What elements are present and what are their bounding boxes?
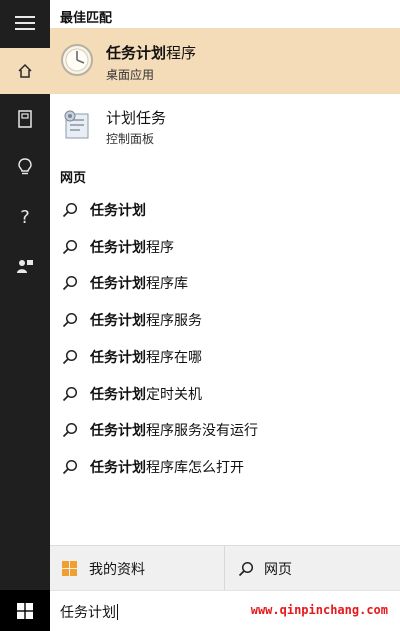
search-icon [62, 276, 78, 291]
help-button[interactable]: ? [0, 194, 50, 240]
web-result-text: 任务计划定时关机 [90, 384, 202, 404]
start-button[interactable] [0, 590, 50, 631]
web-result-item[interactable]: 任务计划程序 [50, 229, 400, 265]
web-result-item[interactable]: 任务计划程序服务 [50, 302, 400, 338]
web-result-rest: 程序服务没有运行 [146, 423, 258, 440]
web-result-bold: 任务计划 [90, 276, 146, 293]
web-result-rest: 程序在哪 [146, 349, 202, 366]
feedback-button[interactable] [0, 243, 50, 289]
web-tab-label: 网页 [264, 561, 292, 578]
notebook-button[interactable] [0, 96, 50, 142]
search-icon [62, 459, 78, 474]
web-result-bold: 任务计划 [90, 313, 146, 330]
search-input-value: 任务计划 [60, 605, 116, 621]
web-result-rest: 程序库怎么打开 [146, 459, 244, 476]
web-result-text: 任务计划程序服务 [90, 310, 202, 330]
best-match-subtitle: 桌面应用 [106, 68, 155, 82]
web-tab[interactable]: 网页 [238, 546, 292, 591]
search-icon [62, 202, 78, 218]
web-result-bold: 任务计划 [90, 349, 146, 366]
web-result-item[interactable]: 任务计划程序在哪 [50, 339, 400, 375]
reminders-button[interactable] [0, 144, 50, 190]
best-match-result[interactable]: 任务计划程序 桌面应用 [50, 28, 400, 94]
web-result-text: 任务计划程序在哪 [90, 347, 202, 367]
left-rail: ? [0, 0, 50, 631]
search-icon [238, 561, 254, 576]
hamburger-menu-button[interactable] [0, 0, 50, 46]
task-scheduler-icon [64, 110, 89, 139]
clock-icon [61, 44, 93, 76]
web-result-item[interactable]: 任务计划程序库 [50, 265, 400, 301]
web-result-bold: 任务计划 [90, 203, 146, 219]
watermark: www.qinpinchang.com [250, 603, 388, 617]
results-panel: 最佳匹配 任务计划程序 桌面应用 计划任务 控制面板 网页 任务计划 任务计划程… [50, 0, 400, 590]
web-result-text: 任务计划程序 [90, 237, 174, 257]
search-icon [62, 423, 78, 438]
search-icon [62, 239, 78, 254]
filter-tabs: 我的资料 网页 [50, 545, 400, 591]
web-result-text: 任务计划程序库怎么打开 [90, 457, 244, 477]
web-result-text: 任务计划程序服务没有运行 [90, 420, 258, 440]
web-result-item[interactable]: 任务计划程序库怎么打开 [50, 449, 400, 485]
lightbulb-icon [18, 158, 32, 175]
search-icon [62, 313, 78, 328]
cortana-search-window: ? 最佳匹配 任务计划程序 桌面应用 计划任务 控制面板 网页 任务计划 任务计… [0, 0, 400, 631]
web-result-text: 任务计划 [90, 200, 146, 220]
best-match-heading: 最佳匹配 [60, 11, 113, 26]
home-icon [18, 63, 32, 78]
search-input[interactable]: 任务计划 [60, 602, 118, 622]
web-result-bold: 任务计划 [90, 459, 146, 476]
text-caret [117, 604, 118, 620]
my-stuff-tab-label: 我的资料 [89, 561, 145, 578]
tab-divider [224, 546, 225, 591]
best-match-title: 任务计划程序 [106, 42, 196, 63]
best-match-title-rest: 程序 [166, 44, 197, 62]
windows-logo-icon [62, 561, 77, 576]
scheduled-tasks-result[interactable]: 计划任务 控制面板 [50, 100, 400, 152]
web-result-bold: 任务计划 [90, 386, 146, 403]
search-icon [62, 386, 78, 401]
web-heading: 网页 [60, 171, 87, 186]
web-result-rest: 程序服务 [146, 313, 202, 330]
feedback-icon [17, 260, 33, 273]
web-result-item[interactable]: 任务计划 [50, 192, 400, 228]
web-result-bold: 任务计划 [90, 423, 146, 440]
web-result-item[interactable]: 任务计划程序服务没有运行 [50, 412, 400, 448]
hamburger-icon [15, 16, 35, 30]
best-match-title-bold: 任务计划 [106, 44, 167, 62]
web-result-rest: 定时关机 [146, 386, 202, 403]
web-result-rest: 程序库 [146, 276, 188, 293]
scheduled-tasks-title: 计划任务 [106, 109, 167, 127]
windows-start-icon [17, 602, 33, 619]
notebook-icon [18, 110, 32, 128]
home-button[interactable] [0, 48, 50, 94]
search-box[interactable]: 任务计划 www.qinpinchang.com [50, 590, 400, 631]
search-icon [62, 349, 78, 364]
web-result-text: 任务计划程序库 [90, 273, 188, 293]
web-result-bold: 任务计划 [90, 239, 146, 256]
my-stuff-tab[interactable]: 我的资料 [62, 546, 145, 591]
scheduled-tasks-subtitle: 控制面板 [106, 132, 155, 146]
web-result-rest: 程序 [146, 239, 174, 256]
web-result-item[interactable]: 任务计划定时关机 [50, 376, 400, 412]
help-icon: ? [20, 206, 30, 228]
